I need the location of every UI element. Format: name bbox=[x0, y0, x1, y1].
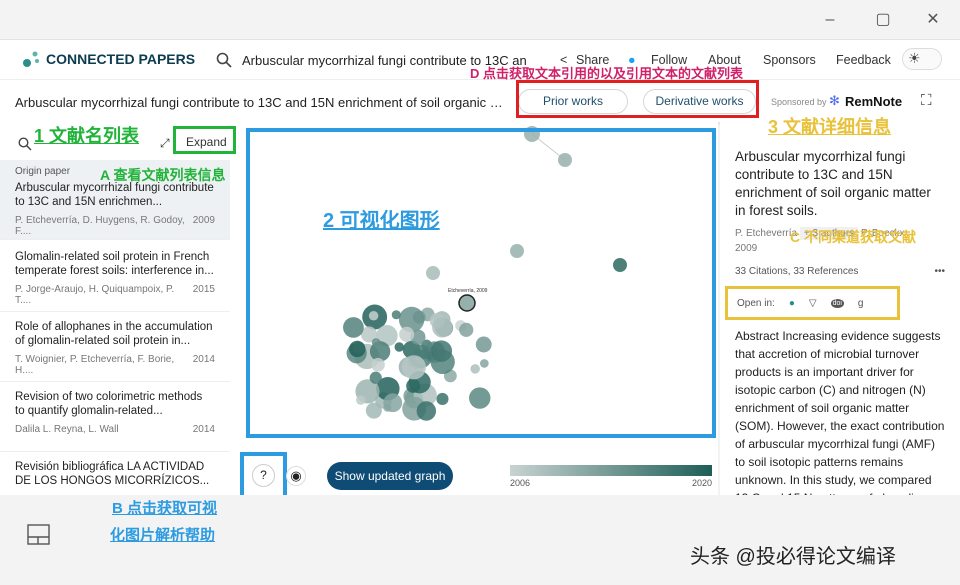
nav-feedback[interactable]: Feedback bbox=[836, 53, 891, 67]
remnote-icon: ✻ bbox=[829, 93, 840, 108]
annotation-a: A 查看文献列表信息 bbox=[100, 167, 226, 183]
annotation-1: 1 文献名列表 bbox=[34, 126, 140, 146]
open-in-row: Open in: ● ▽ doi g bbox=[725, 286, 945, 320]
item-year: 2014 bbox=[192, 424, 215, 435]
maximize-button[interactable]: ▢ bbox=[868, 8, 898, 32]
detail-author[interactable]: P. Etcheverría bbox=[735, 228, 797, 239]
item-title: Arbuscular mycorrhizal fungi contribute … bbox=[15, 182, 214, 208]
sun-icon: ☀ bbox=[908, 50, 921, 66]
paper-title: Arbuscular mycorrhizal fungi contribute … bbox=[15, 95, 510, 110]
item-authors: Dalila L. Reyna, L. Wall bbox=[15, 424, 119, 435]
layout-panel-icon[interactable] bbox=[27, 524, 50, 545]
item-year: 2015 bbox=[192, 284, 215, 295]
item-year: 2014 bbox=[192, 354, 215, 365]
expand-arrows-icon[interactable]: ⤢ bbox=[160, 136, 170, 151]
legend-max: 2020 bbox=[692, 478, 713, 488]
annotation-d: D 点击获取文本引用的以及引用文本的文献列表 bbox=[470, 66, 744, 81]
sponsor-name[interactable]: RemNote bbox=[845, 94, 902, 109]
logo-text: CONNECTED PAPERS bbox=[46, 51, 196, 67]
graph-panel[interactable]: Etcheverría, 2009 ? ◉ Show updated graph… bbox=[240, 122, 718, 504]
item-year: 2009 bbox=[192, 215, 215, 226]
logo[interactable]: CONNECTED PAPERS bbox=[22, 50, 195, 68]
theme-toggle[interactable]: ☀ bbox=[902, 48, 942, 70]
item-title: Revisión bibliográfica LA ACTIVIDAD DE L… bbox=[15, 461, 210, 487]
highlight-box-d bbox=[516, 80, 759, 118]
sponsored-label: Sponsored by bbox=[771, 97, 827, 107]
highlight-box-1 bbox=[173, 126, 236, 154]
detail-abstract: Abstract Increasing evidence suggests th… bbox=[735, 329, 945, 495]
list-item[interactable]: Revisión bibliográfica LA ACTIVIDAD DE L… bbox=[0, 460, 230, 495]
list-item[interactable]: Glomalin-related soil protein in French … bbox=[0, 250, 230, 312]
fullscreen-icon[interactable]: ⛶ bbox=[921, 92, 932, 109]
close-button[interactable]: ✕ bbox=[918, 8, 948, 32]
list-item[interactable]: Revision of two colorimetric methods to … bbox=[0, 390, 230, 452]
minimize-button[interactable]: – bbox=[815, 8, 845, 32]
item-title: Revision of two colorimetric methods to … bbox=[15, 391, 203, 417]
search-icon bbox=[216, 52, 232, 68]
item-authors: P. Jorge-Araujo, H. Quiquampoix, P. T...… bbox=[15, 284, 175, 306]
item-title: Role of allophanes in the accumulation o… bbox=[15, 321, 213, 347]
list-item[interactable]: Role of allophanes in the accumulation o… bbox=[0, 320, 230, 382]
year-color-legend bbox=[510, 465, 712, 476]
recenter-icon[interactable]: ◉ bbox=[286, 466, 306, 486]
more-options-button[interactable]: ••• bbox=[934, 266, 945, 277]
annotation-b-line2: 化图片解析帮助 bbox=[110, 527, 216, 544]
nav-sponsors[interactable]: Sponsors bbox=[763, 53, 816, 67]
connected-papers-logo-icon bbox=[23, 51, 39, 67]
annotation-2: 2 可视化图形 bbox=[323, 210, 440, 232]
search-icon[interactable] bbox=[18, 137, 32, 151]
annotation-3: 3 文献详细信息 bbox=[768, 117, 892, 137]
detail-title: Arbuscular mycorrhizal fungi contribute … bbox=[735, 149, 931, 218]
watermark: 头条 @投必得论文编译 bbox=[690, 546, 896, 568]
annotation-c: C 不同渠道获取文献 bbox=[790, 229, 916, 245]
highlight-box-c bbox=[725, 286, 900, 320]
paper-details-panel: Arbuscular mycorrhizal fungi contribute … bbox=[720, 122, 960, 495]
show-updated-graph-button[interactable]: Show updated graph bbox=[327, 462, 453, 490]
highlight-box-2 bbox=[246, 128, 716, 438]
legend-min: 2006 bbox=[510, 478, 531, 488]
window-titlebar: – ▢ ✕ bbox=[0, 0, 960, 40]
item-title: Glomalin-related soil protein in French … bbox=[15, 251, 214, 277]
item-authors: T. Woignier, P. Etcheverría, F. Borie, H… bbox=[15, 354, 175, 376]
detail-stats: 33 Citations, 33 References bbox=[735, 266, 859, 277]
item-authors: P. Etcheverría, D. Huygens, R. Godoy, F.… bbox=[15, 215, 185, 237]
annotation-b-line1: B 点击获取可视 bbox=[112, 500, 218, 517]
